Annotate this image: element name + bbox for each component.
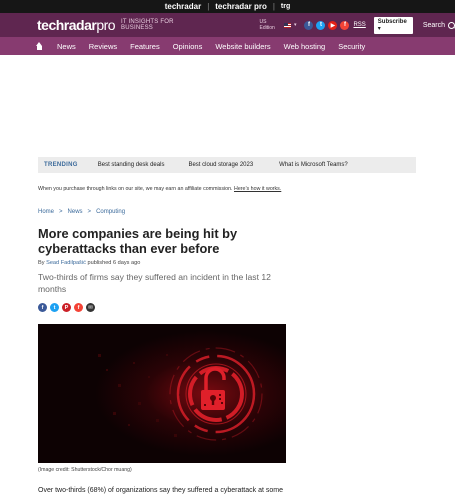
facebook-icon[interactable]: f [304,20,314,30]
article-title: More companies are being hit by cyberatt… [38,226,238,256]
brand-link-trg[interactable]: trg [281,3,290,10]
search-icon [448,21,455,29]
home-icon[interactable] [35,41,44,51]
us-flag-icon [283,22,291,28]
site-tagline: IT INSIGHTS FOR BUSINESS [121,19,174,31]
share-facebook-icon[interactable]: f [38,303,47,312]
image-credit: (Image credit: Shutterstock/Chor muang) [38,467,132,473]
nav-item-web-hosting[interactable]: Web hosting [284,42,326,51]
share-twitter-icon[interactable]: t [50,303,59,312]
share-flipboard-icon[interactable]: f [74,303,83,312]
nav-item-security[interactable]: Security [338,42,365,51]
breadcrumb: Home > News > Computing [38,209,125,215]
share-email-icon[interactable]: ✉ [86,303,95,312]
publish-date: published 6 days ago [87,260,141,266]
article-hero-image [38,324,286,463]
share-pinterest-icon[interactable]: P [62,303,71,312]
edition-selector[interactable]: US Edition ▾ [260,19,297,31]
affiliate-text: When you purchase through links on our s… [38,186,233,192]
nav-item-features[interactable]: Features [130,42,160,51]
network-brand-bar: techradar | techradar pro | trg [0,0,455,13]
trending-link[interactable]: What is Microsoft Teams? [279,162,348,168]
search-button[interactable]: Search [422,21,455,29]
main-navigation: News Reviews Features Opinions Website b… [0,37,455,55]
nav-item-reviews[interactable]: Reviews [89,42,117,51]
chevron-down-icon: ▾ [377,25,381,32]
nav-item-website-builders[interactable]: Website builders [215,42,270,51]
search-label: Search [422,21,445,29]
flipboard-icon[interactable]: f [340,20,350,30]
subscribe-button[interactable]: Subscribe ▾ [373,16,413,34]
article-body-start: Over two-thirds (68%) of organizations s… [38,487,283,494]
trending-link[interactable]: Best cloud storage 2023 [188,162,253,168]
youtube-icon[interactable]: ▶ [328,20,338,30]
brand-link-techradar-pro[interactable]: techradar pro [215,2,267,11]
unlocked-padlock-illustration [38,324,286,463]
logo-main: techradar [37,17,97,33]
breadcrumb-home[interactable]: Home [38,209,54,215]
breadcrumb-news[interactable]: News [68,209,83,215]
brand-separator: | [272,2,275,11]
trending-bar: TRENDING Best standing desk deals Best c… [38,157,416,173]
nav-item-news[interactable]: News [57,42,76,51]
nav-item-opinions[interactable]: Opinions [173,42,203,51]
logo-suffix: pro [96,17,116,33]
brand-separator: | [207,2,210,11]
author-link[interactable]: Sead Fadilpašić [46,260,86,266]
social-links: f t ▶ f [304,20,350,30]
article-subtitle: Two-thirds of firms say they suffered an… [38,272,271,294]
breadcrumb-separator: > [59,209,63,215]
rss-link[interactable]: RSS [353,22,365,28]
twitter-icon[interactable]: t [316,20,326,30]
breadcrumb-separator: > [87,209,92,215]
trending-link[interactable]: Best standing desk deals [98,162,165,168]
edition-label: US Edition [259,19,275,31]
brand-link-techradar[interactable]: techradar [165,2,201,11]
affiliate-link[interactable]: Here’s how it works. [234,186,281,192]
share-buttons: f t P f ✉ [38,303,95,312]
site-logo[interactable]: techradarpro [37,17,116,33]
article-byline: By Sead Fadilpašić published 6 days ago [38,260,140,266]
byline-prefix: By [38,260,45,266]
trending-label: TRENDING [44,162,78,168]
breadcrumb-computing[interactable]: Computing [96,209,125,215]
site-header: techradarpro IT INSIGHTS FOR BUSINESS US… [0,13,455,37]
chevron-down-icon: ▾ [293,22,297,28]
affiliate-disclosure: When you purchase through links on our s… [38,186,281,192]
subscribe-label: Subscribe [377,18,407,25]
